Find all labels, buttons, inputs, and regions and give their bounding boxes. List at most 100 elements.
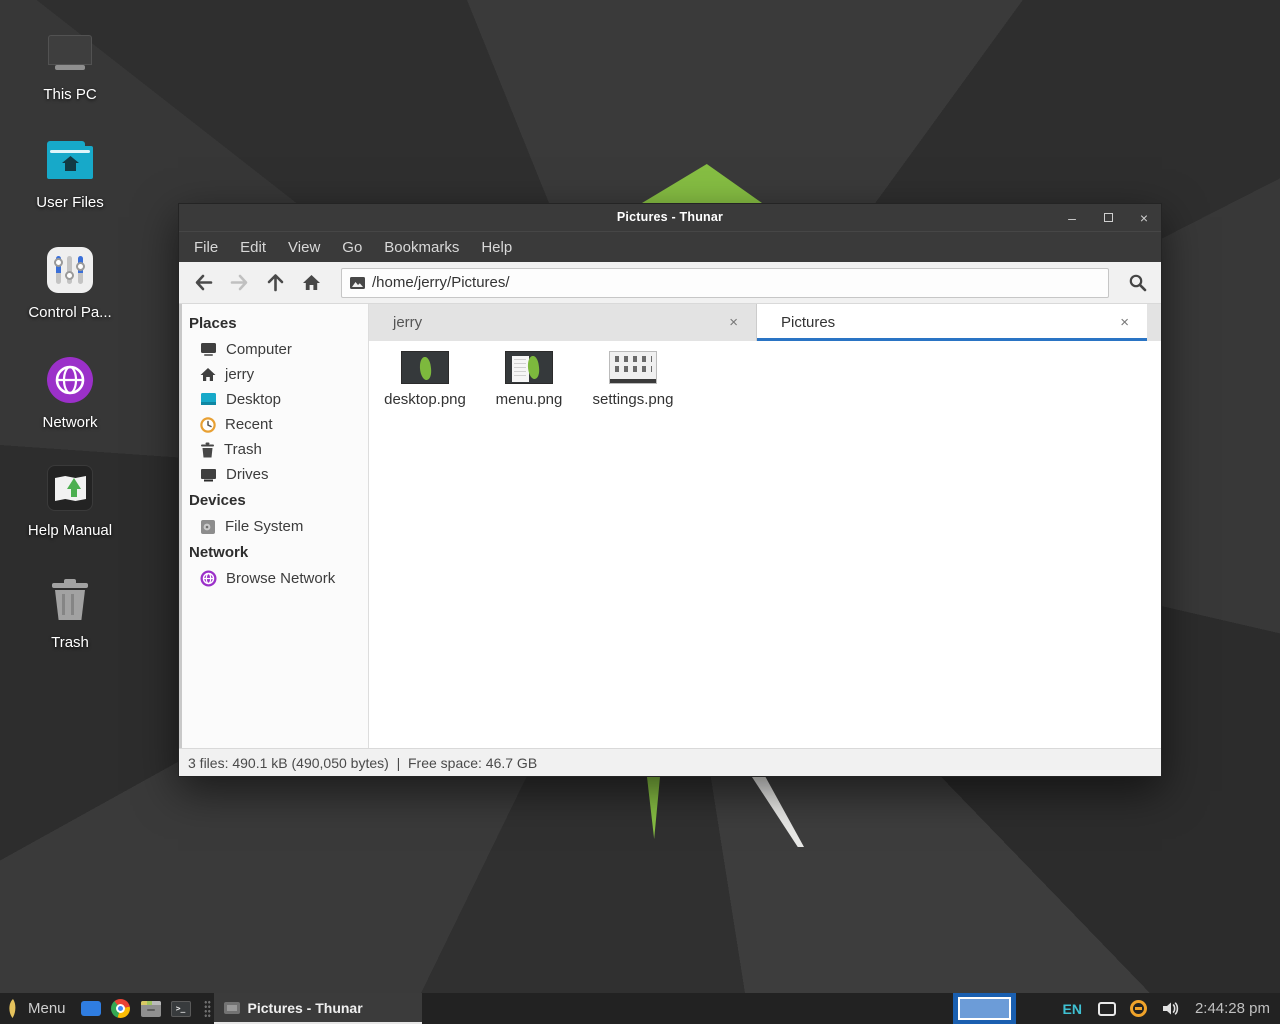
menu-view[interactable]: View <box>277 235 331 260</box>
side-pane: Places Computer jerry <box>179 304 369 748</box>
home-icon <box>200 367 216 382</box>
workspace-switcher[interactable] <box>953 993 1016 1024</box>
sidebar-item-computer[interactable]: Computer <box>179 337 368 362</box>
launcher-file-manager[interactable] <box>136 993 166 1024</box>
window-icon <box>81 1001 101 1016</box>
sidebar-item-drives[interactable]: Drives <box>179 462 368 487</box>
taskbar: Menu >_ Pictures - Thunar EN <box>0 993 1280 1024</box>
status-bar: 3 files: 490.1 kB (490,050 bytes) | Free… <box>179 748 1161 776</box>
sidebar-item-browse-network[interactable]: Browse Network <box>179 566 368 591</box>
tab-close-icon[interactable]: × <box>1116 312 1133 333</box>
home-button[interactable] <box>295 268 327 298</box>
menu-help[interactable]: Help <box>470 235 523 260</box>
menubar: File Edit View Go Bookmarks Help <box>179 231 1161 262</box>
computer-icon <box>18 26 122 78</box>
clock[interactable]: 2:44:28 pm <box>1195 1000 1270 1017</box>
desktop-icon-this-pc[interactable]: This PC <box>18 26 122 103</box>
file-settings-png[interactable]: settings.png <box>583 351 683 408</box>
sidebar-item-recent[interactable]: Recent <box>179 412 368 437</box>
desktop-icon-label: Trash <box>18 634 122 651</box>
help-manual-icon <box>18 462 122 514</box>
sidebar-item-label: Drives <box>226 466 269 483</box>
sidebar-header-network: Network <box>179 539 368 566</box>
update-manager-icon[interactable] <box>1130 1000 1147 1017</box>
display-tray-icon[interactable] <box>1098 1002 1116 1016</box>
file-name: desktop.png <box>375 391 475 408</box>
computer-icon <box>200 342 217 357</box>
trash-can-icon <box>18 574 122 626</box>
maximize-button[interactable] <box>1101 211 1115 225</box>
sidebar-item-jerry[interactable]: jerry <box>179 362 368 387</box>
up-button[interactable] <box>259 268 291 298</box>
desktop-icon-trash[interactable]: Trash <box>18 574 122 651</box>
launcher-chrome[interactable] <box>106 993 136 1024</box>
sidebar-item-label: File System <box>225 518 303 535</box>
menu-file[interactable]: File <box>183 235 229 260</box>
desktop-icon-label: User Files <box>18 194 122 211</box>
drives-icon <box>200 468 217 482</box>
launcher-files[interactable] <box>76 993 106 1024</box>
launcher-terminal[interactable]: >_ <box>166 993 196 1024</box>
trash-icon <box>200 442 215 458</box>
file-menu-png[interactable]: menu.png <box>479 351 579 408</box>
sidebar-item-label: Recent <box>225 416 273 433</box>
image-thumbnail <box>505 351 553 384</box>
search-icon <box>1128 273 1147 292</box>
tab-bar: jerry × Pictures × <box>369 304 1161 341</box>
sidebar-item-file-system[interactable]: File System <box>179 514 368 539</box>
desktop-icon-user-files[interactable]: User Files <box>18 134 122 211</box>
tab-pictures[interactable]: Pictures × <box>757 304 1147 341</box>
window-icon <box>224 1002 240 1014</box>
home-folder-icon <box>18 134 122 186</box>
close-button[interactable]: × <box>1137 211 1151 225</box>
file-cabinet-icon <box>141 1001 161 1017</box>
arrow-up-icon <box>267 273 284 292</box>
tab-label: Pictures <box>781 314 835 331</box>
volume-icon[interactable] <box>1162 1001 1179 1016</box>
taskbar-window-label: Pictures - Thunar <box>248 1000 363 1016</box>
start-menu-button[interactable] <box>0 993 26 1024</box>
desktop-icon-network[interactable]: Network <box>18 354 122 431</box>
workspace-1[interactable] <box>958 997 1011 1020</box>
desktop-icon-label: Network <box>18 414 122 431</box>
sidebar-item-label: Computer <box>226 341 292 358</box>
taskbar-window-button[interactable]: Pictures - Thunar <box>214 993 422 1024</box>
back-button[interactable] <box>187 268 219 298</box>
minimize-button[interactable]: – <box>1065 211 1079 225</box>
sidebar-item-trash[interactable]: Trash <box>179 437 368 462</box>
titlebar[interactable]: Pictures - Thunar – × <box>179 204 1161 231</box>
tab-jerry[interactable]: jerry × <box>369 304 757 341</box>
menu-bookmarks[interactable]: Bookmarks <box>373 235 470 260</box>
filesystem-drive-icon <box>200 519 216 535</box>
recent-clock-icon <box>200 417 216 433</box>
tab-close-icon[interactable]: × <box>725 312 742 333</box>
desktop-icon-help-manual[interactable]: Help Manual <box>18 462 122 539</box>
panel-drag-handle[interactable] <box>204 1000 211 1018</box>
file-name: menu.png <box>479 391 579 408</box>
file-desktop-png[interactable]: desktop.png <box>375 351 475 408</box>
home-icon <box>302 274 321 291</box>
desktop: This PC User Files Control Pa... <box>0 0 1280 1024</box>
file-name: settings.png <box>583 391 683 408</box>
network-globe-icon <box>200 570 217 587</box>
image-file-icon <box>350 277 365 289</box>
control-panel-icon <box>18 244 122 296</box>
desktop-icon-control-panel[interactable]: Control Pa... <box>18 244 122 321</box>
chrome-icon <box>111 999 130 1018</box>
sidebar-header-devices: Devices <box>179 487 368 514</box>
file-view[interactable]: desktop.png menu.png settings.png <box>369 341 1161 748</box>
path-bar[interactable]: /home/jerry/Pictures/ <box>341 268 1109 298</box>
address-text: /home/jerry/Pictures/ <box>372 274 510 291</box>
arrow-right-icon <box>230 274 249 291</box>
menu-go[interactable]: Go <box>331 235 373 260</box>
sidebar-item-label: jerry <box>225 366 254 383</box>
sidebar-item-desktop[interactable]: Desktop <box>179 387 368 412</box>
keyboard-layout-indicator[interactable]: EN <box>1062 1001 1081 1017</box>
search-button[interactable] <box>1121 268 1153 298</box>
forward-button[interactable] <box>223 268 255 298</box>
desktop-icon <box>200 392 217 407</box>
desktop-icon-label: Control Pa... <box>18 304 122 321</box>
menu-edit[interactable]: Edit <box>229 235 277 260</box>
start-menu-label[interactable]: Menu <box>28 1000 66 1017</box>
toolbar: /home/jerry/Pictures/ <box>179 262 1161 304</box>
